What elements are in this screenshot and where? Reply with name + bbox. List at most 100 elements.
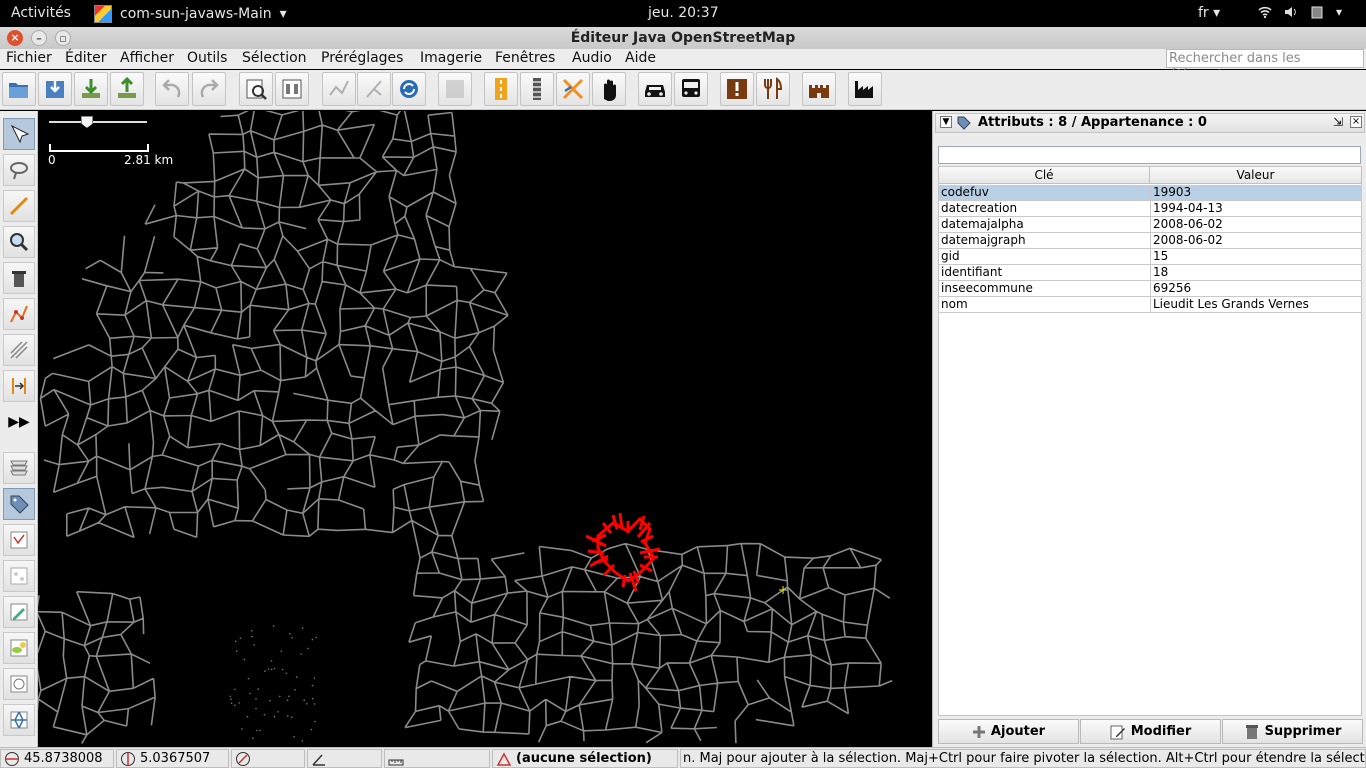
table-row[interactable]: gid 15 bbox=[939, 249, 1362, 265]
menu-aide[interactable]: Aide bbox=[625, 50, 656, 66]
chevron-down-icon: ▾ bbox=[1336, 5, 1343, 19]
close-window-button[interactable]: × bbox=[7, 30, 23, 46]
menu-fichier[interactable]: Fichier bbox=[6, 50, 52, 66]
table-row[interactable]: datecreation 1994-04-13 bbox=[939, 201, 1362, 217]
undo-button[interactable] bbox=[155, 72, 189, 106]
delete-tool-button[interactable] bbox=[3, 262, 35, 294]
menu-afficher[interactable]: Afficher bbox=[120, 50, 174, 66]
zoom-tool-button[interactable] bbox=[3, 226, 35, 258]
industry-preset-button[interactable] bbox=[848, 72, 882, 106]
tag-key: datemajalpha bbox=[941, 217, 1024, 231]
detach-panel-icon[interactable]: ⇲ bbox=[1333, 115, 1343, 129]
warning-preset-button[interactable] bbox=[720, 72, 754, 106]
commands-toggle-button[interactable] bbox=[3, 668, 35, 700]
simplify-icon bbox=[329, 80, 349, 96]
conflict-toggle-button[interactable] bbox=[3, 632, 35, 664]
upload-button[interactable] bbox=[110, 72, 144, 106]
more-tools-button[interactable]: ▶▶ bbox=[3, 406, 35, 438]
map-network bbox=[38, 111, 893, 744]
clock[interactable]: jeu. 20:37 bbox=[648, 5, 719, 21]
zoom-slider[interactable] bbox=[49, 116, 147, 129]
edit-tag-button[interactable]: Modifier bbox=[1080, 719, 1221, 744]
close-panel-icon[interactable]: × bbox=[1350, 116, 1362, 128]
table-row[interactable]: nom Lieudit Les Grands Vernes bbox=[939, 297, 1362, 313]
map-view[interactable]: 0 2.81 km bbox=[38, 111, 931, 747]
table-row[interactable]: inseecommune 69256 bbox=[939, 281, 1362, 297]
menu-fenetres[interactable]: Fenêtres bbox=[495, 50, 555, 66]
selection-list-toggle-button[interactable] bbox=[3, 524, 35, 556]
activities-button[interactable]: Activités bbox=[11, 5, 71, 21]
system-status-area[interactable]: ▾ bbox=[1258, 5, 1350, 19]
column-header-key[interactable]: Clé bbox=[939, 167, 1150, 184]
open-button[interactable] bbox=[2, 72, 36, 106]
search-input[interactable]: Rechercher dans les éléments bbox=[1166, 49, 1364, 83]
lasso-tool-button[interactable] bbox=[3, 154, 35, 186]
table-row[interactable]: datemajgraph 2008-06-02 bbox=[939, 233, 1362, 249]
zoom-slider-knob[interactable] bbox=[81, 116, 93, 128]
select-icon bbox=[10, 124, 30, 144]
add-tag-button[interactable]: Ajouter bbox=[938, 719, 1079, 744]
relations-toggle-button[interactable] bbox=[3, 560, 35, 592]
draw-tool-button[interactable] bbox=[3, 190, 35, 222]
align-icon bbox=[366, 80, 382, 98]
tag-filter-input[interactable] bbox=[938, 146, 1361, 164]
menu-preréglages[interactable]: Préréglages bbox=[321, 50, 403, 66]
tag-value: Lieudit Les Grands Vernes bbox=[1150, 297, 1360, 312]
redo-button[interactable] bbox=[192, 72, 226, 106]
delete-tag-button[interactable]: Supprimer bbox=[1222, 719, 1363, 744]
simplify-button[interactable] bbox=[322, 72, 356, 106]
railway-preset-button[interactable] bbox=[520, 72, 554, 106]
history-toggle-button[interactable] bbox=[3, 596, 35, 628]
minimap-toggle-button[interactable] bbox=[3, 704, 35, 736]
collapse-panel-icon[interactable]: ▼ bbox=[940, 116, 952, 128]
tags-panel-toggle-button[interactable] bbox=[3, 488, 35, 520]
align-button[interactable] bbox=[357, 72, 391, 106]
maximize-window-button[interactable]: ▫ bbox=[55, 30, 71, 46]
menu-audio[interactable]: Audio bbox=[572, 50, 612, 66]
power-preset-button[interactable] bbox=[556, 72, 590, 106]
power-icon bbox=[562, 78, 584, 100]
language-indicator[interactable]: fr ▾ bbox=[1198, 5, 1220, 21]
improve-way-button[interactable] bbox=[3, 298, 35, 330]
table-row[interactable]: datemajalpha 2008-06-02 bbox=[939, 217, 1362, 233]
placeholder-button[interactable] bbox=[438, 72, 472, 106]
parallel-icon bbox=[10, 341, 28, 359]
castle-preset-button[interactable] bbox=[802, 72, 836, 106]
select-tool-button[interactable] bbox=[3, 118, 35, 150]
tag-value: 15 bbox=[1150, 249, 1360, 264]
table-row[interactable]: identifiant 18 bbox=[939, 265, 1362, 281]
table-row[interactable]: codefuv 19903 bbox=[939, 185, 1362, 201]
commands-icon bbox=[10, 675, 28, 693]
bus-preset-button[interactable] bbox=[674, 72, 708, 106]
column-header-value[interactable]: Valeur bbox=[1150, 167, 1362, 184]
layers-toggle-button[interactable] bbox=[3, 452, 35, 484]
extrude-tool-button[interactable] bbox=[3, 370, 35, 402]
menu-outils[interactable]: Outils bbox=[187, 50, 227, 66]
tag-icon bbox=[957, 116, 971, 130]
restaurant-preset-button[interactable] bbox=[756, 72, 790, 106]
main-toolbar bbox=[0, 70, 1366, 110]
road-preset-button[interactable] bbox=[484, 72, 518, 106]
preferences-button[interactable] bbox=[239, 72, 273, 106]
minimize-window-button[interactable]: – bbox=[31, 30, 47, 46]
parallel-tool-button[interactable] bbox=[3, 334, 35, 366]
edit-tag-label: Modifier bbox=[1130, 724, 1192, 739]
download-button[interactable] bbox=[74, 72, 108, 106]
undo-icon bbox=[162, 79, 181, 98]
menu-selection[interactable]: Sélection bbox=[242, 50, 307, 66]
history-icon bbox=[10, 603, 28, 621]
app-menu[interactable]: com-sun-javaws-Main ▾ bbox=[94, 3, 287, 24]
car-preset-button[interactable] bbox=[638, 72, 672, 106]
menu-imagerie[interactable]: Imagerie bbox=[420, 50, 482, 66]
tag-key: gid bbox=[941, 249, 960, 263]
volume-icon bbox=[1284, 5, 1298, 19]
latitude-icon bbox=[5, 751, 19, 766]
hand-preset-button[interactable] bbox=[592, 72, 626, 106]
tags-button[interactable] bbox=[275, 72, 309, 106]
menu-editer[interactable]: Éditer bbox=[65, 50, 106, 66]
tags-icon bbox=[282, 79, 302, 99]
refresh-button[interactable] bbox=[392, 72, 426, 106]
preferences-icon bbox=[246, 79, 267, 100]
layers-icon bbox=[10, 460, 28, 476]
save-button[interactable] bbox=[38, 72, 72, 106]
